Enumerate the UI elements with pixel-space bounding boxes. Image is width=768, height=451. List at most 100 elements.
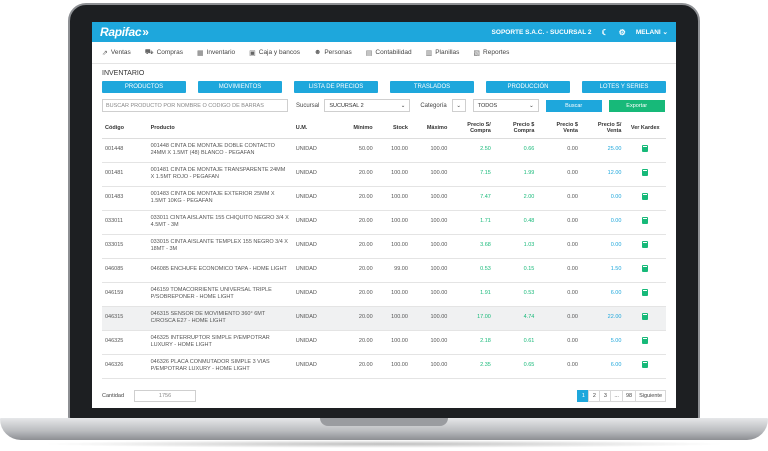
calculator-icon[interactable] bbox=[642, 312, 649, 320]
cell-um: UNIDAD bbox=[292, 162, 337, 187]
cell-producto: 046325 INTERRUPTOR SIMPLE P/EMPOTRAR LUX… bbox=[147, 330, 293, 355]
chevron-down-icon: ⌄ bbox=[662, 29, 668, 36]
cell-minimo: 50.00 bbox=[336, 138, 376, 163]
cell-pv_soles: 0.00 bbox=[580, 234, 625, 259]
cell-pv_soles: 6.00 bbox=[580, 354, 625, 379]
company-name[interactable]: SOPORTE S.A.C. - SUCURSAL 2 bbox=[492, 29, 592, 36]
user-menu[interactable]: MELANI ⌄ bbox=[636, 28, 668, 36]
table-row[interactable]: 001483 001483 CINTA DE MONTAJE EXTERIOR 2… bbox=[102, 186, 666, 211]
column-header[interactable]: Máximo bbox=[410, 118, 451, 139]
laptop-frame: Rapifac » SOPORTE S.A.C. - SUCURSAL 2 ☾ … bbox=[0, 0, 768, 451]
cantidad-label: Cantidad bbox=[102, 393, 125, 399]
cell-stock: 100.00 bbox=[375, 282, 411, 307]
menu-item-label: Compras bbox=[156, 49, 183, 56]
column-header[interactable]: Precio $ Compra bbox=[493, 118, 538, 139]
menu-item-label: Planillas bbox=[435, 49, 460, 56]
menu-item-compras[interactable]: ⛟ Compras bbox=[145, 48, 183, 57]
cell-producto: 033015 CINTA AISLANTE TEMPLEX 155 NEGRO … bbox=[147, 234, 293, 259]
calculator-icon[interactable] bbox=[642, 360, 649, 368]
menu-item-personas[interactable]: ☻ Personas bbox=[314, 49, 352, 56]
cell-codigo: 046159 bbox=[102, 282, 148, 307]
exportar-button[interactable]: Exportar bbox=[608, 99, 665, 112]
tab-3[interactable]: TRASLADOS bbox=[390, 81, 474, 93]
table-row[interactable]: 046085 046085 ENCHUFE ECONOMICO TAPA - HO… bbox=[102, 258, 666, 283]
cell-pc_dolar: 0.61 bbox=[493, 330, 538, 355]
cell-stock: 100.00 bbox=[375, 138, 411, 163]
kardex-cell bbox=[624, 234, 666, 259]
table-row[interactable]: 001448 001448 CINTA DE MONTAJE DOBLE CONT… bbox=[102, 138, 666, 163]
menu-item-label: Personas bbox=[324, 49, 352, 56]
cell-maximo: 100.00 bbox=[410, 138, 451, 163]
moon-icon[interactable]: ☾ bbox=[601, 28, 608, 37]
inventory-table: Código Producto U.M. Mínimo Stock Máximo Preci… bbox=[102, 118, 666, 379]
cell-pc_soles: 1.91 bbox=[450, 282, 494, 307]
cell-minimo: 20.00 bbox=[336, 354, 376, 379]
categoria-toggle[interactable]: ⌄ bbox=[451, 99, 466, 112]
tab-4[interactable]: PRODUCCIÓN bbox=[486, 81, 570, 93]
kardex-cell bbox=[624, 186, 666, 211]
menu-item-contabilidad[interactable]: ▤ Contabilidad bbox=[366, 49, 412, 57]
gear-icon[interactable]: ⚙ bbox=[619, 28, 626, 37]
column-header[interactable]: Mínimo bbox=[336, 118, 376, 139]
cell-minimo: 20.00 bbox=[336, 162, 376, 187]
calculator-icon[interactable] bbox=[642, 192, 649, 200]
calculator-icon[interactable] bbox=[642, 288, 649, 296]
tab-2[interactable]: LISTA DE PRECIOS bbox=[294, 81, 378, 93]
calculator-icon[interactable] bbox=[642, 264, 649, 272]
menu-item-planillas[interactable]: ▥ Planillas bbox=[426, 49, 460, 57]
column-header[interactable]: Precio $ Venta bbox=[537, 118, 581, 139]
cell-minimo: 20.00 bbox=[336, 234, 376, 259]
cell-um: UNIDAD bbox=[292, 138, 337, 163]
column-header[interactable]: Código bbox=[102, 118, 148, 139]
calculator-icon[interactable] bbox=[642, 336, 649, 344]
report-icon: ▧ bbox=[473, 49, 481, 57]
tab-0[interactable]: PRODUCTOS bbox=[102, 81, 186, 93]
table-row[interactable]: 001481 001481 CINTA DE MONTAJE TRANSPAREN… bbox=[102, 162, 666, 187]
next-page-button[interactable]: Siguiente bbox=[635, 390, 666, 402]
table-row[interactable]: 033015 033015 CINTA AISLANTE TEMPLEX 155 … bbox=[102, 234, 666, 259]
calculator-icon[interactable] bbox=[642, 144, 649, 152]
cell-pv_dolar: 0.00 bbox=[537, 354, 581, 379]
sucursal-value: SUCURSAL 2 bbox=[329, 102, 364, 109]
cell-codigo: 046325 bbox=[102, 330, 148, 355]
people-icon: ☻ bbox=[313, 49, 322, 56]
cell-minimo: 20.00 bbox=[336, 330, 376, 355]
tab-1[interactable]: MOVIMIENTOS bbox=[198, 81, 282, 93]
top-bar: Rapifac » SOPORTE S.A.C. - SUCURSAL 2 ☾ … bbox=[92, 22, 676, 42]
table-row[interactable]: 046325 046325 INTERRUPTOR SIMPLE P/EMPOTR… bbox=[102, 330, 666, 355]
column-header[interactable]: Precio S/ Compra bbox=[450, 118, 494, 139]
cell-pv_soles: 12.00 bbox=[580, 162, 625, 187]
tab-5[interactable]: LOTES Y SERIES bbox=[582, 81, 666, 93]
sucursal-select[interactable]: SUCURSAL 2 ⌄ bbox=[324, 99, 411, 112]
cell-pc_dolar: 2.00 bbox=[493, 186, 538, 211]
calculator-icon[interactable] bbox=[642, 168, 649, 176]
cell-pv_dolar: 0.00 bbox=[537, 186, 581, 211]
menu-item-reportes[interactable]: ▧ Reportes bbox=[473, 49, 509, 57]
page-button[interactable]: 98 bbox=[621, 390, 637, 402]
kardex-cell bbox=[624, 162, 666, 187]
table-row[interactable]: 033011 033011 CINTA AISLANTE 155 CHIQUITO… bbox=[102, 210, 666, 235]
column-header[interactable]: Precio S/ Venta bbox=[580, 118, 625, 139]
cell-stock: 100.00 bbox=[375, 210, 411, 235]
laptop-shadow bbox=[40, 440, 728, 448]
brand-logo[interactable]: Rapifac bbox=[100, 25, 142, 39]
categoria-select[interactable]: TODOS ⌄ bbox=[472, 99, 539, 112]
column-header[interactable]: U.M. bbox=[292, 118, 337, 139]
column-header[interactable]: Stock bbox=[375, 118, 411, 139]
table-row[interactable]: 046326 046326 PLACA CONMUTADOR SIMPLE 3 V… bbox=[102, 354, 666, 379]
table-row[interactable]: 046159 046159 TOMACORRIENTE UNIVERSAL TRI… bbox=[102, 282, 666, 307]
column-header[interactable]: Producto bbox=[147, 118, 293, 139]
cell-maximo: 100.00 bbox=[410, 186, 451, 211]
column-header[interactable]: Ver Kardex bbox=[624, 118, 666, 139]
table-row[interactable]: 046315 046315 SENSOR DE MOVIMIENTO 360° 6… bbox=[102, 306, 666, 331]
menu-item-ventas[interactable]: ⇗ Ventas bbox=[102, 49, 131, 57]
menu-item-inventario[interactable]: ▦ Inventario bbox=[197, 49, 235, 57]
search-input[interactable]: BUSCAR PRODUCTO POR NOMBRE O CODIGO DE B… bbox=[102, 99, 288, 112]
calculator-icon[interactable] bbox=[642, 240, 649, 248]
cell-um: UNIDAD bbox=[292, 186, 337, 211]
buscar-button[interactable]: Buscar bbox=[545, 99, 602, 112]
menu-item-caja-y-bancos[interactable]: ▣ Caja y bancos bbox=[249, 49, 300, 57]
cell-pc_dolar: 0.48 bbox=[493, 210, 538, 235]
cell-pv_dolar: 0.00 bbox=[537, 210, 581, 235]
calculator-icon[interactable] bbox=[642, 216, 649, 224]
